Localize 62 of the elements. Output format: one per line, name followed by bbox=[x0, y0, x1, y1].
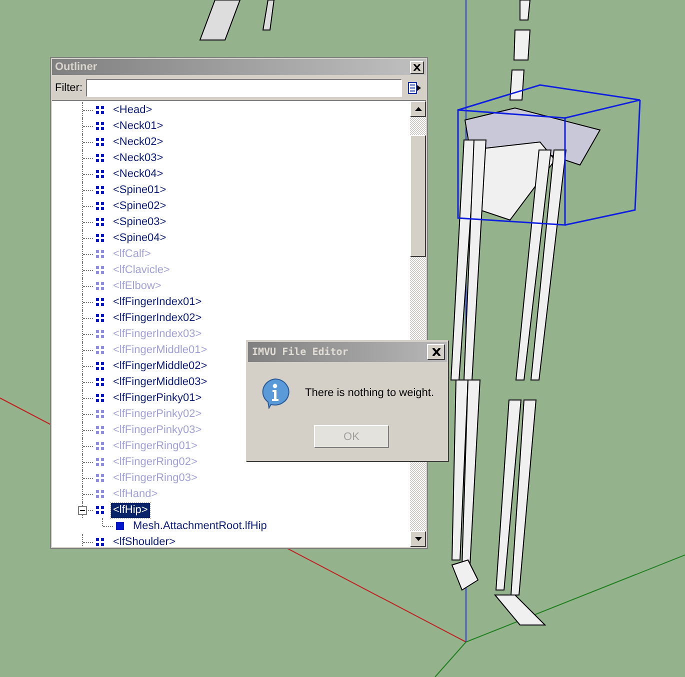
collapse-icon[interactable] bbox=[78, 506, 87, 515]
outliner-item[interactable]: <Neck02> bbox=[111, 134, 166, 150]
bone-icon bbox=[96, 378, 104, 386]
down-arrow-icon bbox=[414, 537, 422, 541]
outliner-item[interactable]: <Spine01> bbox=[111, 182, 168, 198]
bone-icon bbox=[96, 314, 104, 322]
bone-icon bbox=[96, 506, 104, 514]
bone-icon bbox=[96, 250, 104, 258]
close-button[interactable] bbox=[427, 344, 445, 360]
outliner-item[interactable]: <lfFingerPinky01> bbox=[111, 390, 204, 406]
scroll-thumb[interactable] bbox=[410, 135, 426, 257]
outliner-item[interactable]: Mesh.AttachmentRoot.lfHip bbox=[131, 518, 269, 534]
scroll-down-button[interactable] bbox=[410, 531, 426, 547]
outliner-item[interactable]: <Spine04> bbox=[111, 230, 168, 246]
close-icon bbox=[413, 64, 421, 70]
bone-icon bbox=[96, 330, 104, 338]
bone-icon bbox=[96, 218, 104, 226]
bone-icon bbox=[96, 490, 104, 498]
bone-icon bbox=[96, 346, 104, 354]
bone-icon bbox=[96, 234, 104, 242]
outliner-item[interactable]: <lfHip> bbox=[111, 502, 150, 518]
outliner-item[interactable]: <Spine02> bbox=[111, 198, 168, 214]
outliner-item[interactable]: <lfFingerIndex01> bbox=[111, 294, 204, 310]
outliner-item[interactable]: <lfFingerMiddle02> bbox=[111, 358, 210, 374]
bone-icon bbox=[96, 186, 104, 194]
window-title: Outliner bbox=[55, 61, 98, 73]
dialog-title: IMVU File Editor bbox=[252, 346, 348, 358]
outliner-item[interactable]: <lfFingerIndex02> bbox=[111, 310, 204, 326]
outliner-item[interactable]: <Neck03> bbox=[111, 150, 166, 166]
bone-icon bbox=[96, 138, 104, 146]
bone-icon bbox=[96, 202, 104, 210]
bone-icon bbox=[96, 474, 104, 482]
outliner-item[interactable]: <Head> bbox=[111, 102, 154, 118]
scroll-up-button[interactable] bbox=[410, 101, 426, 117]
filter-field[interactable] bbox=[86, 79, 402, 97]
outliner-item[interactable]: <Neck01> bbox=[111, 118, 166, 134]
close-icon bbox=[432, 348, 440, 356]
close-button[interactable] bbox=[410, 60, 424, 74]
bone-icon bbox=[96, 426, 104, 434]
outliner-item[interactable]: <lfShoulder> bbox=[111, 534, 178, 547]
outliner-item[interactable]: <Spine03> bbox=[111, 214, 168, 230]
bone-icon bbox=[96, 170, 104, 178]
outliner-item[interactable]: <Neck04> bbox=[111, 166, 166, 182]
bone-icon bbox=[96, 410, 104, 418]
list-arrow-icon bbox=[407, 80, 421, 96]
bone-icon bbox=[96, 266, 104, 274]
dialog-message: There is nothing to weight. bbox=[305, 387, 434, 399]
mesh-icon bbox=[116, 522, 124, 530]
bone-icon bbox=[96, 362, 104, 370]
bone-icon bbox=[96, 298, 104, 306]
bone-icon bbox=[96, 394, 104, 402]
outliner-item[interactable]: <lfFingerMiddle03> bbox=[111, 374, 210, 390]
up-arrow-icon bbox=[414, 107, 422, 111]
bone-icon bbox=[96, 122, 104, 130]
bone-icon bbox=[96, 538, 104, 546]
bone-icon bbox=[96, 458, 104, 466]
bone-icon bbox=[96, 154, 104, 162]
bone-icon bbox=[96, 106, 104, 114]
details-button[interactable] bbox=[405, 79, 423, 97]
bone-icon bbox=[96, 282, 104, 290]
bone-icon bbox=[96, 442, 104, 450]
filter-label: Filter: bbox=[55, 82, 82, 94]
